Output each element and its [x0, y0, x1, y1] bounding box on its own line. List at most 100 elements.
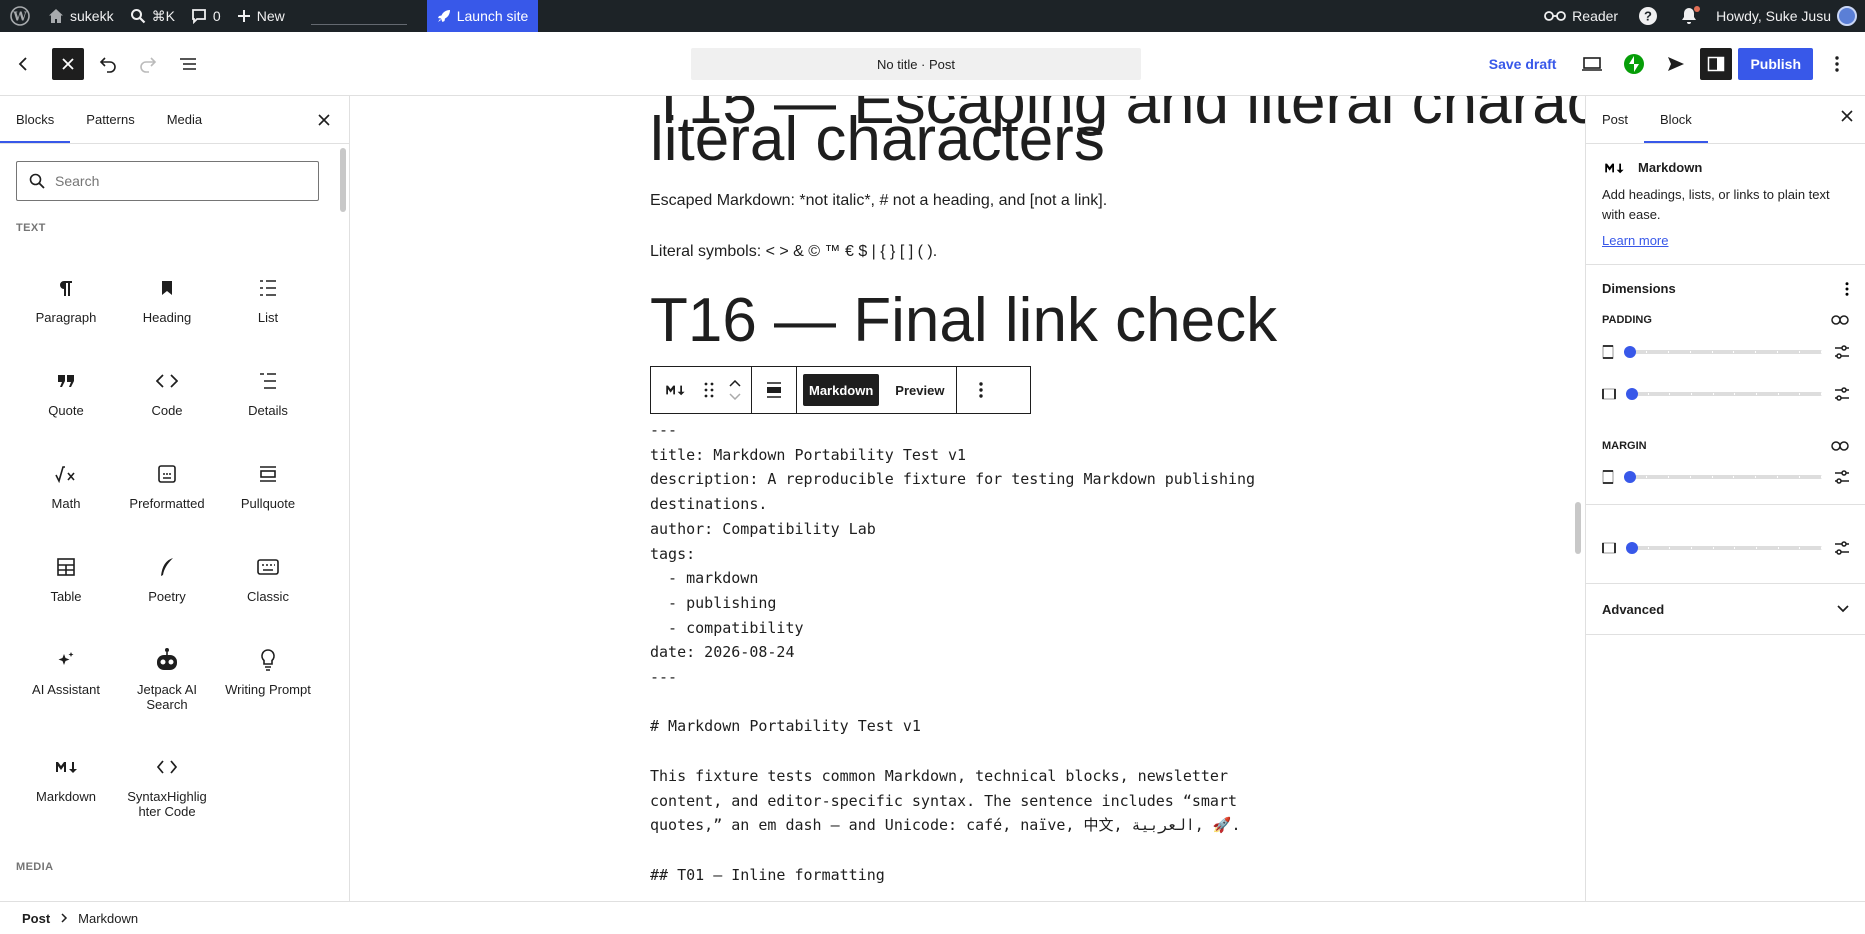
options-menu-button[interactable] — [1819, 46, 1855, 82]
more-vertical-icon[interactable] — [1845, 281, 1849, 296]
slider-thumb[interactable] — [1624, 471, 1636, 483]
ai-assistant-icon — [56, 644, 76, 676]
custom-settings-icon[interactable] — [1834, 387, 1850, 401]
back-button[interactable] — [6, 46, 42, 82]
move-arrows — [725, 380, 745, 400]
document-overview-button[interactable] — [170, 46, 206, 82]
preview-button[interactable] — [1574, 46, 1610, 82]
send-icon — [1668, 57, 1685, 71]
preview-tab-button[interactable]: Preview — [889, 374, 950, 406]
markdown-tab-button[interactable]: Markdown — [803, 374, 880, 406]
inserter-scrollbar[interactable] — [340, 148, 346, 212]
wordpress-logo-icon[interactable]: W — [0, 0, 40, 32]
breadcrumb-markdown[interactable]: Markdown — [78, 911, 138, 926]
launch-site-button[interactable]: Launch site — [426, 0, 539, 32]
close-icon[interactable] — [1841, 109, 1853, 127]
help-icon[interactable]: ? — [1626, 0, 1670, 32]
markdown-block-icon[interactable] — [657, 374, 693, 406]
rocket-icon — [437, 10, 450, 22]
search-icon — [29, 173, 45, 189]
drag-handle-icon[interactable] — [697, 374, 721, 406]
block-poetry[interactable]: Poetry — [119, 551, 215, 604]
custom-settings-icon[interactable] — [1834, 345, 1850, 359]
margin-horizontal-slider[interactable] — [1602, 538, 1850, 558]
reader-link[interactable]: Reader — [1536, 0, 1626, 32]
heading-t16[interactable]: T16 — Final link check — [650, 290, 1277, 352]
custom-settings-icon[interactable] — [1834, 541, 1850, 555]
block-toolbar: Markdown Preview — [650, 366, 1031, 414]
tab-block[interactable]: Block — [1644, 96, 1708, 143]
new-content-menu[interactable]: New — [229, 0, 293, 32]
comments-link[interactable]: 0 — [183, 0, 229, 32]
block-markdown[interactable]: Markdown — [18, 751, 114, 804]
close-inserter-button[interactable] — [52, 47, 84, 80]
block-details[interactable]: Details — [220, 365, 316, 418]
block-preformatted[interactable]: Preformatted — [119, 458, 215, 511]
chevron-left-icon — [18, 56, 27, 71]
classic-icon — [257, 551, 279, 583]
block-writing-prompt[interactable]: Writing Prompt — [220, 644, 316, 697]
tab-post[interactable]: Post — [1586, 96, 1644, 143]
block-paragraph[interactable]: Paragraph — [18, 272, 114, 325]
tab-blocks[interactable]: Blocks — [0, 96, 70, 143]
block-code[interactable]: Code — [119, 365, 215, 418]
block-math[interactable]: Math — [18, 458, 114, 511]
redo-button[interactable] — [130, 46, 166, 82]
paragraph-escaped[interactable]: Escaped Markdown: *not italic*, # not a … — [650, 192, 1107, 210]
custom-settings-icon[interactable] — [1834, 470, 1850, 484]
block-inserter-panel: Blocks Patterns Media Search Text Paragr… — [0, 96, 350, 901]
paragraph-literal[interactable]: Literal symbols: < > & © ™ € $ | { } [ ]… — [650, 243, 937, 261]
margin-vertical-slider[interactable] — [1602, 467, 1850, 487]
padding-vertical-slider[interactable] — [1602, 342, 1850, 362]
publish-button[interactable]: Publish — [1738, 48, 1813, 80]
settings-toggle-button[interactable] — [1700, 48, 1733, 80]
undo-button[interactable] — [90, 46, 126, 82]
site-name-link[interactable]: sukekk — [40, 0, 122, 32]
save-draft-button[interactable]: Save draft — [1477, 56, 1569, 72]
block-pullquote[interactable]: Pullquote — [220, 458, 316, 511]
jetpack-button[interactable] — [1616, 46, 1652, 82]
inserter-tabs: Blocks Patterns Media — [0, 96, 349, 144]
block-ai-assistant[interactable]: AI Assistant — [18, 644, 114, 697]
padding-label: Padding — [1602, 314, 1652, 326]
markdown-source-text[interactable]: --- title: Markdown Portability Test v1 … — [650, 418, 1255, 887]
dimensions-title: Dimensions — [1602, 281, 1676, 296]
markdown-icon — [1605, 163, 1624, 173]
slider-thumb[interactable] — [1626, 388, 1638, 400]
block-list[interactable]: List — [220, 272, 316, 325]
heading-t15-line2[interactable]: literal characters — [650, 109, 1105, 171]
block-classic[interactable]: Classic — [220, 551, 316, 604]
block-syntaxhighlighter-code[interactable]: SyntaxHighlighter Code — [119, 751, 215, 819]
block-heading[interactable]: Heading — [119, 272, 215, 325]
search-shortcut[interactable]: ⌘K — [122, 0, 183, 32]
document-title-bar[interactable]: No title · Post — [691, 48, 1141, 80]
tab-patterns[interactable]: Patterns — [70, 96, 150, 143]
more-options-icon[interactable] — [965, 374, 997, 406]
breadcrumb-post[interactable]: Post — [22, 911, 50, 926]
slider-thumb[interactable] — [1626, 542, 1638, 554]
padding-horizontal-slider[interactable] — [1602, 384, 1850, 404]
link-sides-icon[interactable] — [1831, 441, 1849, 451]
send-button[interactable] — [1658, 46, 1694, 82]
canvas-scrollbar[interactable] — [1575, 502, 1581, 554]
block-jetpack-ai-search[interactable]: Jetpack AI Search — [119, 644, 215, 712]
chevron-up-icon[interactable] — [729, 380, 741, 387]
notifications-bell-icon[interactable] — [1670, 0, 1708, 32]
desktop-preview-icon — [1582, 57, 1603, 71]
block-table[interactable]: Table — [18, 551, 114, 604]
account-menu[interactable]: Howdy, Suke Jusu — [1708, 0, 1865, 32]
block-quote[interactable]: Quote — [18, 365, 114, 418]
close-icon[interactable] — [313, 109, 335, 131]
advanced-panel-toggle[interactable]: Advanced — [1586, 583, 1865, 635]
slider-thumb[interactable] — [1624, 346, 1636, 358]
tab-media[interactable]: Media — [151, 96, 218, 143]
code-icon — [156, 365, 178, 397]
search-input[interactable]: Search — [16, 161, 319, 201]
link-sides-icon[interactable] — [1831, 315, 1849, 325]
chevron-down-icon[interactable] — [729, 393, 741, 400]
pullquote-icon — [258, 458, 278, 490]
adminbar-divider — [310, 23, 407, 25]
search-icon — [130, 9, 145, 24]
learn-more-link[interactable]: Learn more — [1602, 233, 1849, 248]
align-icon[interactable] — [758, 374, 790, 406]
